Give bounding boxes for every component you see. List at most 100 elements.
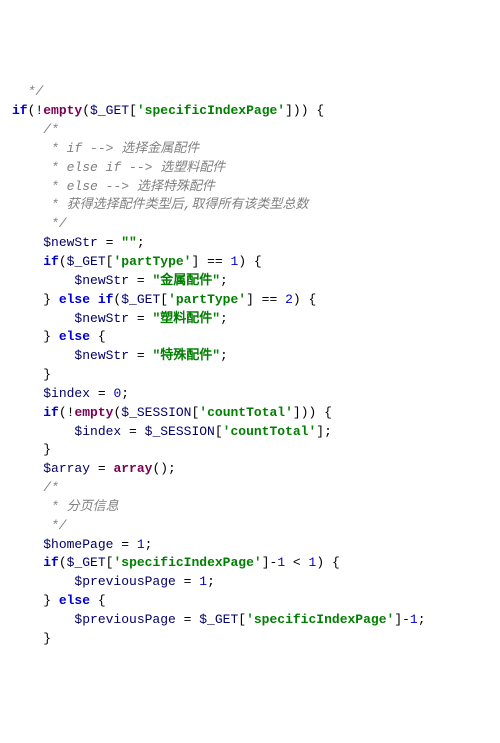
- comment-line: * 获得选择配件类型后,取得所有该类型总数: [12, 197, 308, 212]
- string: "金属配件": [152, 273, 220, 288]
- brace: ) {: [316, 555, 339, 570]
- indent: [12, 235, 43, 250]
- semi: ;: [145, 537, 153, 552]
- close: ];: [316, 424, 332, 439]
- var-array: $array: [43, 461, 90, 476]
- indent: [12, 461, 43, 476]
- comment-line: /*: [12, 480, 59, 495]
- comment-line: */: [12, 518, 67, 533]
- string: "": [121, 235, 137, 250]
- key: 'countTotal': [223, 424, 317, 439]
- assign: =: [113, 537, 136, 552]
- string: "塑料配件": [152, 311, 220, 326]
- indent: [12, 405, 43, 420]
- var-prevpage: $previousPage: [74, 612, 175, 627]
- var-newstr: $newStr: [74, 348, 129, 363]
- var-newstr: $newStr: [74, 273, 129, 288]
- indent: [12, 537, 43, 552]
- var-newstr: $newStr: [74, 311, 129, 326]
- close: ])) {: [293, 405, 332, 420]
- key: 'partType': [113, 254, 191, 269]
- assign: =: [121, 424, 144, 439]
- keyword-else: else: [59, 329, 90, 344]
- comment-line: /*: [12, 122, 59, 137]
- indent: [12, 386, 43, 401]
- keyword-if: if: [43, 254, 59, 269]
- op: (!: [28, 103, 44, 118]
- cmp: ] ==: [246, 292, 285, 307]
- assign: =: [90, 386, 113, 401]
- key: 'countTotal': [199, 405, 293, 420]
- paren: (: [82, 103, 90, 118]
- var-index: $index: [74, 424, 121, 439]
- paren: (: [59, 555, 67, 570]
- fn-empty: empty: [74, 405, 113, 420]
- brace: }: [12, 593, 59, 608]
- comment-line: */: [12, 84, 43, 99]
- indent: [12, 311, 74, 326]
- brace: }: [12, 631, 51, 646]
- var-index: $index: [43, 386, 90, 401]
- op: (!: [59, 405, 75, 420]
- close: ])) {: [285, 103, 324, 118]
- comment-line: * if --> 选择金属配件: [12, 141, 199, 156]
- brace: }: [12, 442, 51, 457]
- var-get: $_GET: [90, 103, 129, 118]
- indent: [12, 555, 43, 570]
- var-get: $_GET: [121, 292, 160, 307]
- code-block: */ if(!empty($_GET['specificIndexPage'])…: [12, 83, 488, 648]
- assign: =: [98, 235, 121, 250]
- op: ]-: [394, 612, 410, 627]
- keyword-if: if: [12, 103, 28, 118]
- indent: [12, 424, 74, 439]
- var-get: $_GET: [199, 612, 238, 627]
- semi: ;: [220, 311, 228, 326]
- bracket: [: [129, 103, 137, 118]
- string: "特殊配件": [152, 348, 220, 363]
- bracket: [: [215, 424, 223, 439]
- bracket: [: [238, 612, 246, 627]
- num: 1: [277, 555, 285, 570]
- op: <: [285, 555, 308, 570]
- semi: ;: [220, 273, 228, 288]
- semi: ;: [137, 235, 145, 250]
- var-prevpage: $previousPage: [74, 574, 175, 589]
- key: 'specificIndexPage': [246, 612, 394, 627]
- num: 1: [410, 612, 418, 627]
- brace: ) {: [238, 254, 261, 269]
- assign: =: [176, 612, 199, 627]
- num: 1: [309, 555, 317, 570]
- assign: =: [129, 311, 152, 326]
- num: 1: [137, 537, 145, 552]
- comment-line: * else if --> 选塑料配件: [12, 160, 225, 175]
- var-homepage: $homePage: [43, 537, 113, 552]
- brace: }: [12, 292, 59, 307]
- fn-array: array: [113, 461, 152, 476]
- brace: {: [90, 593, 106, 608]
- num: 1: [199, 574, 207, 589]
- indent: [12, 574, 74, 589]
- semi: ;: [418, 612, 426, 627]
- keyword-else: else: [59, 593, 90, 608]
- indent: [12, 348, 74, 363]
- cmp: ] ==: [191, 254, 230, 269]
- bracket: [: [160, 292, 168, 307]
- bracket: [: [106, 555, 114, 570]
- brace: {: [90, 329, 106, 344]
- key: 'specificIndexPage': [137, 103, 285, 118]
- brace: ) {: [293, 292, 316, 307]
- key: 'specificIndexPage': [113, 555, 261, 570]
- assign: =: [176, 574, 199, 589]
- indent: [12, 273, 74, 288]
- semi: ;: [207, 574, 215, 589]
- comment-line: */: [12, 216, 67, 231]
- fn-empty: empty: [43, 103, 82, 118]
- var-session: $_SESSION: [121, 405, 191, 420]
- var-newstr: $newStr: [43, 235, 98, 250]
- op: ]-: [262, 555, 278, 570]
- brace: }: [12, 329, 59, 344]
- key: 'partType': [168, 292, 246, 307]
- keyword-if: if: [43, 405, 59, 420]
- var-get: $_GET: [67, 555, 106, 570]
- parens: ();: [152, 461, 175, 476]
